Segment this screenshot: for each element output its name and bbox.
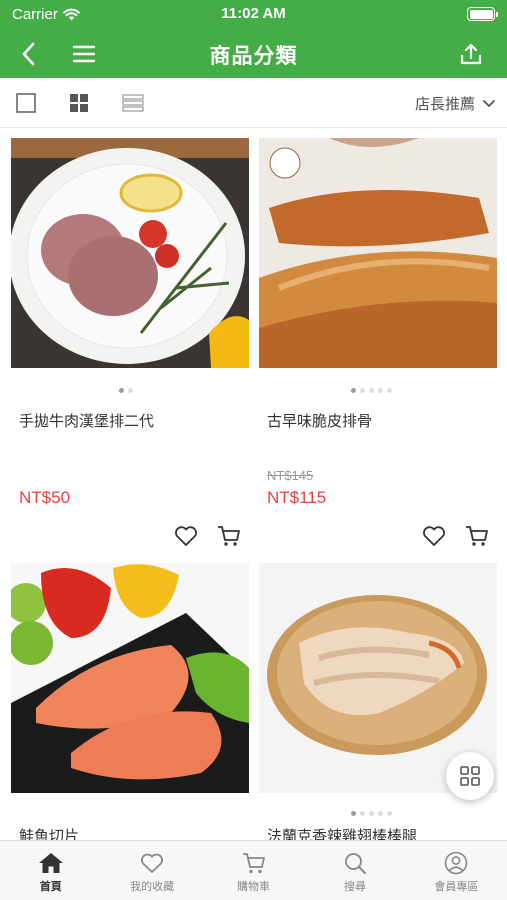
tab-label: 購物車 (237, 881, 271, 893)
pager-dot (360, 810, 365, 816)
pager-dot (128, 387, 133, 393)
product-price: NT$50 (19, 488, 71, 507)
single-view-button[interactable] (14, 91, 38, 115)
pager-dot (369, 810, 374, 816)
product-card[interactable]: 古早味脆皮排骨 NT$145 NT$115 (259, 138, 497, 553)
tab-label: 首頁 (39, 881, 62, 893)
page-title: 商品分類 (209, 45, 298, 68)
tab-search[interactable]: 搜尋 (304, 841, 405, 900)
tab-label: 搜尋 (343, 881, 366, 893)
battery-fill (469, 9, 493, 19)
product-image[interactable] (11, 563, 249, 793)
tab-favorites[interactable]: 我的收藏 (101, 841, 202, 900)
product-card[interactable]: 手拋牛肉漢堡排二代 NT$50 (11, 138, 249, 553)
favorite-button[interactable] (421, 523, 447, 549)
pager-dot (351, 810, 356, 816)
original-price: NT$145 (267, 468, 314, 483)
status-bar: Carrier 11:02 AM (0, 0, 507, 30)
cart-icon (218, 526, 240, 546)
chevron-down-icon (483, 99, 495, 107)
product-image[interactable] (11, 138, 249, 368)
view-toolbar: 店長推薦 (0, 78, 507, 128)
product-card[interactable]: 鮭魚切片 (11, 563, 249, 840)
favorite-button[interactable] (173, 523, 199, 549)
battery-icon (467, 7, 498, 21)
grid-view-button[interactable] (67, 91, 91, 115)
image-pager-dots (119, 385, 133, 395)
product-image[interactable] (259, 138, 497, 368)
image-pager-dots (351, 385, 392, 395)
add-to-cart-button[interactable] (216, 523, 242, 549)
image-pager-dots (351, 808, 392, 818)
sort-label: 店長推薦 (414, 96, 475, 113)
share-button[interactable] (455, 38, 487, 70)
tab-home[interactable]: 首頁 (0, 841, 101, 900)
product-name[interactable]: 鮭魚切片 (19, 825, 79, 840)
tab-member[interactable]: 會員專區 (406, 841, 507, 900)
grid-view-icon (70, 94, 88, 112)
product-name[interactable]: 法蘭克香辣雞翅棒棒腿 (267, 825, 417, 840)
cart-icon (466, 526, 488, 546)
pager-dot (119, 387, 124, 393)
tab-cart[interactable]: 購物車 (203, 841, 304, 900)
list-view-icon (122, 94, 144, 112)
nav-bar: 商品分類 (0, 30, 507, 78)
pager-dot (378, 387, 383, 393)
sort-dropdown[interactable]: 店長推薦 (415, 93, 495, 114)
pager-dot (378, 810, 383, 816)
search-icon (345, 853, 366, 874)
heart-icon (141, 853, 164, 873)
home-icon (38, 853, 63, 873)
heart-icon (175, 526, 197, 546)
tab-label: 我的收藏 (130, 881, 175, 893)
product-name[interactable]: 古早味脆皮排骨 (267, 410, 372, 431)
heart-icon (423, 526, 445, 546)
user-icon (445, 851, 468, 875)
add-to-cart-button[interactable] (464, 523, 490, 549)
product-name[interactable]: 手拋牛肉漢堡排二代 (19, 410, 154, 431)
bottom-tab-bar: 首頁 我的收藏 購物車 搜尋 會員專區 (0, 840, 507, 900)
pager-dot (351, 387, 356, 393)
tab-label: 會員專區 (434, 881, 479, 893)
status-time: 11:02 AM (221, 5, 286, 22)
pager-dot (387, 387, 392, 393)
share-icon (460, 43, 482, 65)
grid-view-icon (460, 766, 480, 786)
pager-dot (369, 387, 374, 393)
product-price: NT$115 (267, 488, 327, 507)
list-view-button[interactable] (121, 91, 145, 115)
product-grid: 手拋牛肉漢堡排二代 NT$50 古早味脆皮排骨 NT$145 NT$115 鮭魚… (0, 128, 507, 840)
pager-dot (387, 810, 392, 816)
cart-icon (242, 853, 265, 874)
single-view-icon (16, 93, 36, 113)
layout-toggle-button[interactable] (446, 752, 494, 800)
pager-dot (360, 387, 365, 393)
